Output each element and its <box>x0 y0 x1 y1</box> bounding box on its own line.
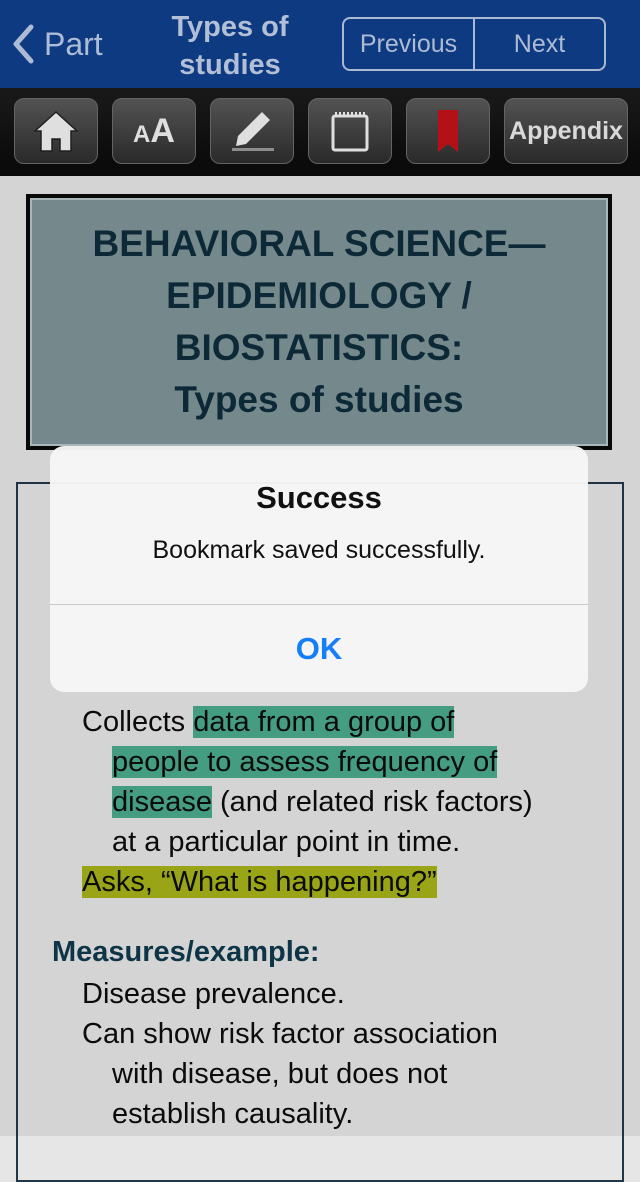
ok-button[interactable]: OK <box>50 605 588 692</box>
alert-message: Bookmark saved successfully. <box>152 536 486 564</box>
success-alert-dialog: Success Bookmark saved successfully. OK <box>50 446 588 692</box>
alert-title: Success <box>256 480 382 515</box>
